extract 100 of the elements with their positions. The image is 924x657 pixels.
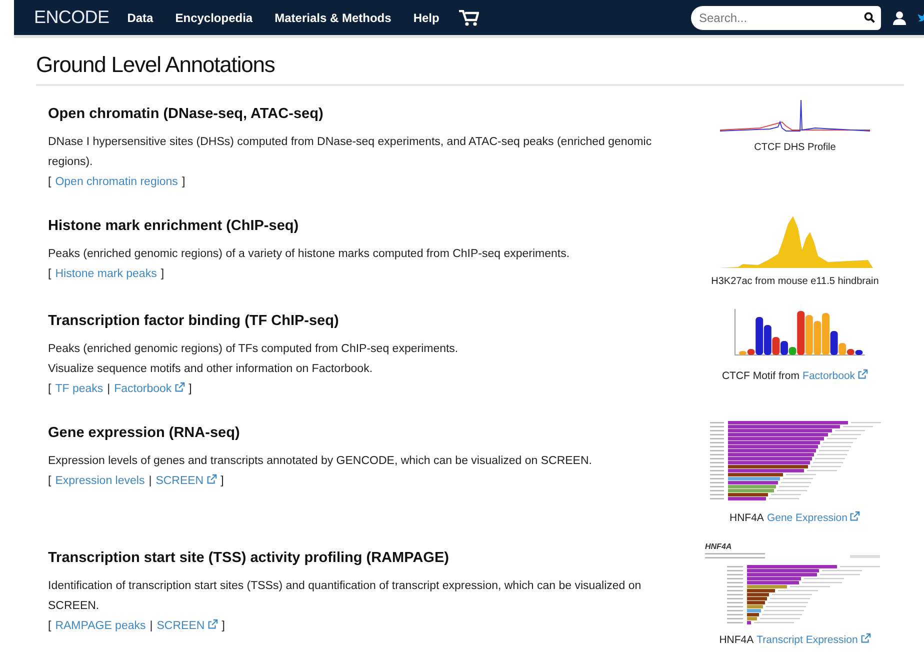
label-line xyxy=(786,474,816,476)
label-line xyxy=(710,454,724,456)
label-line xyxy=(705,553,765,554)
dataset-link[interactable]: SCREEN xyxy=(156,616,218,636)
dataset-link[interactable]: Factorbook xyxy=(114,379,185,399)
label-line xyxy=(770,598,810,600)
external-link-icon xyxy=(206,619,218,630)
label-line xyxy=(710,474,724,476)
label-line xyxy=(818,450,848,452)
label-line xyxy=(830,434,860,436)
label-line xyxy=(820,574,860,576)
label-line xyxy=(705,557,765,558)
label-line xyxy=(710,430,724,432)
dataset-link[interactable]: Histone mark peaks xyxy=(55,264,157,284)
label-line xyxy=(727,566,743,568)
site-logo[interactable]: ENCODE xyxy=(34,7,110,28)
label-line xyxy=(710,490,724,492)
label-line xyxy=(850,422,880,424)
label-line xyxy=(727,622,743,624)
label-line xyxy=(710,446,724,448)
figure-caption: CTCF Motif from xyxy=(722,370,800,382)
search-button[interactable] xyxy=(858,6,881,30)
nav-menu-item[interactable]: Materials & Methods xyxy=(274,10,392,24)
label-line xyxy=(727,614,743,616)
section-title: Gene expression (RNA-seq) xyxy=(48,425,241,441)
label-line xyxy=(710,462,724,464)
bracket-text: [ xyxy=(48,382,52,397)
label-line xyxy=(820,446,850,448)
dataset-link[interactable]: TF peaks xyxy=(55,379,104,399)
label-line xyxy=(768,498,798,500)
bracket-text: | xyxy=(148,474,152,489)
external-link-icon xyxy=(849,511,860,522)
bracket-text: [ xyxy=(48,619,52,634)
bracket-text: ] xyxy=(182,175,186,190)
external-link-icon xyxy=(860,633,871,644)
label-line xyxy=(710,482,724,484)
section-description: Visualize sequence motifs and other information on Factorbook. xyxy=(48,362,374,377)
figure-caption: H3K27ac from mouse e11.5 hindbrain xyxy=(711,276,879,287)
external-link-icon xyxy=(206,474,217,485)
search-field[interactable]: Search... xyxy=(691,6,858,30)
label-line xyxy=(810,466,840,468)
label-line xyxy=(826,438,856,440)
label-line xyxy=(710,458,724,460)
bracket-text: | xyxy=(107,382,110,397)
section-description: Identification of transcription start sites (TSSs) and quantification of transcript expression, which can be visualized on SCREEN. xyxy=(48,579,642,614)
label-line xyxy=(727,610,743,612)
label-line xyxy=(727,574,743,576)
nav-menu-item[interactable]: Encyclopedia xyxy=(175,10,253,24)
label-line xyxy=(710,434,724,436)
external-link-icon xyxy=(174,382,185,393)
label-line xyxy=(802,582,842,584)
bracket-text: ] xyxy=(220,474,224,489)
label-line xyxy=(727,598,743,600)
label-line xyxy=(804,578,844,580)
dataset-link[interactable]: SCREEN xyxy=(156,471,217,491)
section-description: Peaks (enriched genomic regions) of TFs computed from ChIP-seq experiments. xyxy=(48,342,460,357)
section-title: Transcription factor binding (TF ChIP-seq) xyxy=(48,313,340,329)
bracket-text: [ xyxy=(48,474,52,489)
user-icon[interactable] xyxy=(893,10,906,24)
label-line xyxy=(822,442,852,444)
figure-caption: HNF4A xyxy=(719,634,754,646)
label-line xyxy=(727,586,743,588)
label-line xyxy=(816,454,846,456)
label-line xyxy=(778,590,818,592)
label-line xyxy=(806,470,836,472)
label-line xyxy=(710,466,724,468)
section-title: Transcription start site (TSS) activity profiling (RAMPAGE) xyxy=(48,550,450,566)
dataset-link[interactable]: Open chromatin regions xyxy=(55,172,178,192)
caption-link[interactable]: Factorbook xyxy=(802,369,868,382)
bracket-text: [ xyxy=(48,175,52,190)
caption-link[interactable]: Transcript Expression xyxy=(756,633,871,646)
section-description: DNase I hypersensitive sites (DHSs) computed from DNase-seq experiments, and ATAC-seq peaks (enriched genomic regions). xyxy=(48,135,653,170)
figure-caption: HNF4A xyxy=(730,512,764,524)
figure-caption: CTCF DHS Profile xyxy=(754,142,836,153)
label-line xyxy=(710,422,724,424)
label-line xyxy=(764,610,804,612)
bracket-text: [ xyxy=(48,267,52,282)
nav-menu-item[interactable]: Data xyxy=(127,10,154,24)
label-line xyxy=(772,594,812,596)
label-line xyxy=(727,590,743,592)
bracket-text: ] xyxy=(188,382,192,397)
label-line xyxy=(842,426,872,428)
nav-menu-item[interactable]: Help xyxy=(413,10,440,24)
search-icon xyxy=(864,12,875,23)
label-line xyxy=(710,486,724,488)
label-line xyxy=(727,594,743,596)
label-line xyxy=(760,618,800,620)
dataset-link[interactable]: Expression levels xyxy=(55,471,145,491)
label-line xyxy=(790,586,830,588)
section-title: Open chromatin (DNase-seq, ATAC-seq) xyxy=(48,106,324,122)
label-line xyxy=(727,618,743,620)
section-title: Histone mark enrichment (ChIP-seq) xyxy=(48,218,300,234)
dataset-link[interactable]: RAMPAGE peaks xyxy=(55,616,146,636)
bracket-text: ] xyxy=(222,619,225,634)
section-description: Peaks (enriched genomic regions) of a variety of histone marks computed from ChIP-seq experiments. xyxy=(48,247,571,262)
cart-icon[interactable] xyxy=(459,10,480,26)
caption-link[interactable]: Gene Expression xyxy=(766,511,860,524)
label-line xyxy=(834,430,864,432)
label-line xyxy=(710,426,724,428)
label-line xyxy=(710,442,724,444)
